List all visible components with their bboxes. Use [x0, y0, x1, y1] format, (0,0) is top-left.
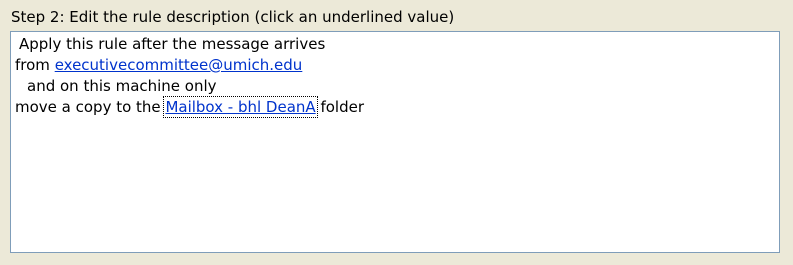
rule-description-lines: Apply this rule after the message arrive… [15, 34, 775, 118]
rule-line-apply: Apply this rule after the message arrive… [19, 35, 326, 53]
target-folder-link[interactable]: Mailbox - bhl DeanA [163, 96, 318, 118]
from-prefix-text: from [15, 56, 55, 74]
rule-description-box[interactable]: Apply this rule after the message arrive… [10, 31, 780, 253]
rule-line-move-copy: move a copy to the Mailbox - bhl DeanA f… [15, 96, 775, 118]
move-suffix-text: folder [315, 98, 364, 116]
move-prefix-text: move a copy to the [15, 98, 166, 116]
sender-address-link[interactable]: executivecommittee@umich.edu [55, 56, 303, 74]
rule-line-from: from executivecommittee@umich.edu [15, 55, 775, 76]
rule-line-machine-only: and on this machine only [27, 77, 217, 95]
step2-label: Step 2: Edit the rule description (click… [11, 8, 455, 26]
